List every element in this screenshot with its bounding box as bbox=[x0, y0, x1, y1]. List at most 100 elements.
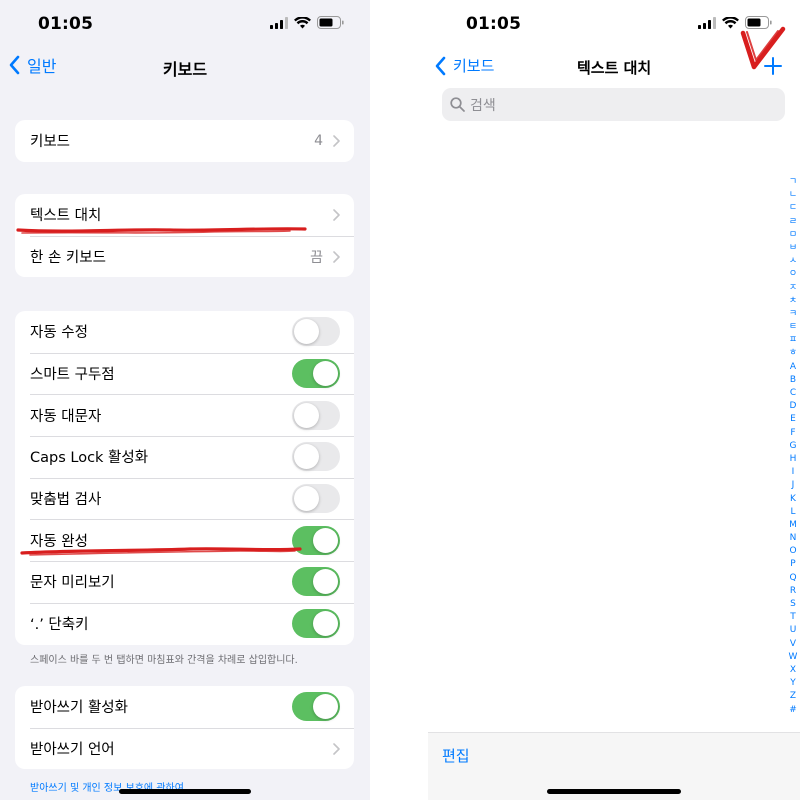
index-letter[interactable]: T bbox=[790, 611, 796, 624]
index-letter[interactable]: H bbox=[790, 453, 797, 466]
dictation-language-row[interactable]: 받아쓰기 언어 bbox=[15, 727, 354, 770]
search-field[interactable]: 검색 bbox=[442, 88, 785, 121]
index-letter[interactable]: F bbox=[790, 427, 795, 440]
index-letter[interactable]: L bbox=[790, 506, 795, 519]
keyboards-row[interactable]: 키보드 4 bbox=[15, 120, 354, 162]
index-letter[interactable]: D bbox=[790, 400, 797, 413]
text-replacement-row[interactable]: 텍스트 대치 bbox=[15, 194, 354, 236]
index-letter[interactable]: ㅎ bbox=[789, 347, 797, 360]
index-letter[interactable]: ㄷ bbox=[789, 202, 797, 215]
index-letter[interactable]: ㄱ bbox=[789, 176, 797, 189]
one-handed-keyboard-row[interactable]: 한 손 키보드 끔 bbox=[15, 235, 354, 278]
character-preview-row: 문자 미리보기 bbox=[15, 561, 354, 603]
index-letter[interactable]: X bbox=[790, 664, 796, 677]
cellular-signal-icon bbox=[270, 16, 288, 29]
toggle-knob bbox=[313, 361, 338, 387]
auto-correction-toggle[interactable] bbox=[292, 317, 340, 347]
index-letter[interactable]: S bbox=[790, 598, 796, 611]
index-letter[interactable]: U bbox=[790, 624, 797, 637]
character-preview-toggle[interactable] bbox=[292, 567, 340, 597]
index-letter[interactable]: ㅈ bbox=[789, 282, 797, 295]
wifi-icon bbox=[722, 16, 739, 28]
row-label: 받아쓰기 언어 bbox=[30, 742, 115, 759]
back-label: 키보드 bbox=[453, 57, 495, 75]
toggle-knob bbox=[313, 569, 338, 595]
index-letter[interactable]: ㅇ bbox=[789, 268, 797, 281]
index-letter[interactable]: Q bbox=[789, 572, 796, 585]
index-letter[interactable]: G bbox=[790, 440, 797, 453]
toggles-group: 자동 수정 스마트 구두점 자동 대문자 Caps Lock 활성화 맞춤법 검… bbox=[15, 311, 354, 645]
row-label: Caps Lock 활성화 bbox=[30, 450, 149, 467]
section-index[interactable]: ㄱㄴㄷㄹㅁㅂㅅㅇㅈㅊㅋㅌㅍㅎABCDEFGHIJKLMNOPQRSTUVWXYZ… bbox=[788, 176, 798, 717]
keyboard-settings-screen: 01:05 일반 키보드 키보드 4 텍스트 대치 한 손 키보드 끔 자동 수… bbox=[0, 0, 370, 800]
toggle-knob bbox=[313, 527, 338, 553]
row-label: 스마트 구두점 bbox=[30, 367, 115, 384]
index-letter[interactable]: ㄴ bbox=[789, 189, 797, 202]
index-letter[interactable]: ㅅ bbox=[789, 255, 797, 268]
chevron-right-icon bbox=[333, 209, 340, 221]
text-options-group: 텍스트 대치 한 손 키보드 끔 bbox=[15, 194, 354, 278]
index-letter[interactable]: I bbox=[792, 466, 795, 479]
back-button[interactable]: 키보드 bbox=[434, 55, 494, 76]
auto-capitalization-toggle[interactable] bbox=[292, 400, 340, 430]
smart-punctuation-toggle[interactable] bbox=[292, 359, 340, 389]
index-letter[interactable]: K bbox=[790, 493, 796, 506]
home-indicator bbox=[119, 789, 251, 794]
index-letter[interactable]: A bbox=[790, 361, 796, 374]
row-label: 맞춤법 검사 bbox=[30, 492, 102, 509]
index-letter[interactable]: W bbox=[789, 651, 798, 664]
wifi-icon bbox=[294, 16, 311, 28]
index-letter[interactable]: V bbox=[790, 638, 796, 651]
caps-lock-toggle[interactable] bbox=[292, 442, 340, 472]
cellular-signal-icon bbox=[698, 16, 716, 29]
chevron-right-icon bbox=[333, 250, 340, 263]
plus-icon[interactable] bbox=[763, 56, 783, 76]
index-letter[interactable]: ㅁ bbox=[789, 229, 797, 242]
index-letter[interactable]: ㅂ bbox=[789, 242, 797, 255]
row-label: 한 손 키보드 bbox=[30, 250, 106, 267]
toggle-knob bbox=[294, 444, 319, 470]
index-letter[interactable]: B bbox=[790, 374, 796, 387]
battery-icon bbox=[745, 16, 772, 29]
edit-button[interactable]: 편집 bbox=[442, 745, 470, 766]
keyboards-group: 키보드 4 bbox=[15, 120, 354, 162]
page-title: 텍스트 대치 bbox=[577, 59, 652, 77]
index-letter[interactable]: N bbox=[790, 532, 797, 545]
index-letter[interactable]: C bbox=[790, 387, 796, 400]
index-letter[interactable]: Z bbox=[790, 690, 796, 703]
index-letter[interactable]: P bbox=[790, 558, 795, 571]
auto-correction-row: 자동 수정 bbox=[15, 311, 354, 353]
index-letter[interactable]: ㅋ bbox=[789, 308, 797, 321]
index-letter[interactable]: R bbox=[790, 585, 796, 598]
row-label: 키보드 bbox=[30, 134, 71, 151]
smart-punctuation-row: 스마트 구두점 bbox=[15, 352, 354, 395]
search-icon bbox=[450, 97, 465, 112]
spell-check-toggle[interactable] bbox=[292, 484, 340, 514]
index-letter[interactable]: ㄹ bbox=[789, 216, 797, 229]
row-label: 문자 미리보기 bbox=[30, 575, 115, 592]
index-letter[interactable]: J bbox=[792, 479, 795, 492]
row-label: 텍스트 대치 bbox=[30, 208, 102, 225]
index-letter[interactable]: # bbox=[789, 704, 797, 717]
index-letter[interactable]: ㅌ bbox=[789, 321, 797, 334]
index-letter[interactable]: E bbox=[790, 413, 796, 426]
index-letter[interactable]: M bbox=[789, 519, 797, 532]
period-shortcut-row: ‘.’ 단축키 bbox=[15, 602, 354, 645]
period-shortcut-toggle[interactable] bbox=[292, 609, 340, 639]
index-letter[interactable]: Y bbox=[790, 677, 796, 690]
dictation-group: 받아쓰기 활성화 받아쓰기 언어 bbox=[15, 686, 354, 770]
index-letter[interactable]: O bbox=[789, 545, 796, 558]
row-label: 받아쓰기 활성화 bbox=[30, 700, 128, 717]
search-placeholder: 검색 bbox=[470, 97, 496, 114]
index-letter[interactable]: ㅊ bbox=[789, 295, 797, 308]
enable-dictation-toggle[interactable] bbox=[292, 692, 340, 722]
predictive-toggle[interactable] bbox=[292, 525, 340, 555]
status-icons bbox=[270, 16, 344, 29]
chevron-left-icon bbox=[435, 56, 446, 75]
toggle-knob bbox=[294, 486, 319, 512]
battery-icon bbox=[317, 16, 344, 29]
chevron-right-icon bbox=[333, 135, 340, 147]
keyboards-count: 4 bbox=[314, 132, 323, 149]
toggle-knob bbox=[294, 402, 319, 428]
index-letter[interactable]: ㅍ bbox=[789, 334, 797, 347]
